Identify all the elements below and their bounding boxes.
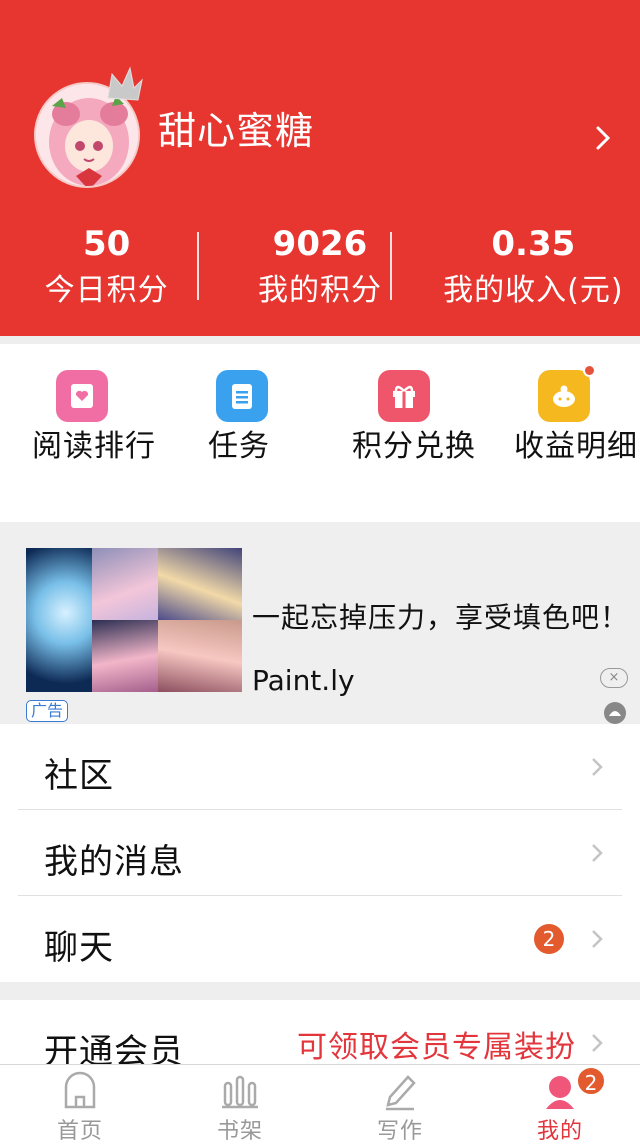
menu-item-community[interactable]: 社区: [18, 724, 622, 810]
tab-label: 书架: [216, 1119, 263, 1144]
tab-mine[interactable]: 我的: [480, 1065, 640, 1146]
menu-item-label: 聊天: [44, 928, 114, 968]
profile-icon: [546, 1076, 574, 1109]
chevron-right-icon: [592, 930, 603, 948]
stat-label: 我的收入(元): [443, 273, 624, 308]
piggy-bank-icon: [538, 364, 596, 422]
crown-icon: [107, 66, 143, 101]
action-label: 阅读排行: [32, 429, 156, 464]
ad-brand[interactable]: Paint.ly: [252, 664, 355, 697]
action-earnings-detail[interactable]: 收益明细: [514, 364, 640, 464]
action-label: 积分兑换: [352, 429, 476, 464]
unread-badge: 2: [534, 924, 564, 954]
tab-badge: 2: [576, 1066, 606, 1096]
vip-promo-text: 可领取会员专属装扮: [297, 1030, 576, 1064]
stat-value: 50: [83, 224, 131, 264]
menu-item-label: 我的消息: [44, 842, 184, 882]
ad-image-tile: [158, 620, 242, 692]
home-icon: [64, 1071, 96, 1109]
ad-image-tile: [92, 620, 158, 692]
tab-bar: 首页 书架 写作 我的: [0, 1064, 640, 1146]
username: 甜心蜜糖: [158, 109, 315, 153]
tab-write[interactable]: 写作: [320, 1065, 480, 1146]
pen-icon: [386, 1075, 416, 1111]
tab-label: 我的: [536, 1119, 583, 1144]
menu-list: 社区 我的消息 聊天 2: [0, 724, 640, 982]
reading-rank-icon: [56, 370, 108, 422]
stats-bar: 50 今日积分 9026 我的积分 0.35 我的收入(元): [0, 222, 640, 314]
stat-value: 9026: [272, 224, 368, 264]
chevron-right-icon: [592, 758, 603, 776]
ad-info-icon[interactable]: [604, 702, 626, 724]
tab-bookshelf[interactable]: 书架: [160, 1065, 320, 1146]
tab-label: 首页: [56, 1119, 103, 1144]
stat-my-income[interactable]: 0.35 我的收入(元): [427, 222, 640, 314]
action-tasks[interactable]: 任务: [208, 370, 338, 464]
stat-value: 0.35: [491, 224, 576, 264]
action-label: 任务: [208, 429, 270, 464]
stat-my-points[interactable]: 9026 我的积分: [213, 222, 426, 314]
stat-label: 我的积分: [257, 273, 382, 308]
ad-tag: 广告: [26, 700, 69, 722]
chevron-right-icon[interactable]: [592, 124, 614, 152]
notification-dot: [583, 364, 596, 377]
vip-membership-row[interactable]: 开通会员 可领取会员专属装扮: [0, 1000, 640, 1064]
profile-header[interactable]: 甜心蜜糖 50 今日积分 9026 我的积分 0.35 我的收入(元): [0, 0, 640, 336]
vip-label: 开通会员: [44, 1032, 184, 1064]
quick-actions: 阅读排行 任务 积分兑换 收益明细: [0, 344, 640, 522]
task-list-icon: [216, 370, 268, 422]
ad-title[interactable]: 一起忘掉压力，享受填色吧！: [252, 596, 629, 636]
ad-banner[interactable]: 一起忘掉压力，享受填色吧！ Paint.ly 广告 ×: [0, 524, 640, 724]
tab-home[interactable]: 首页: [0, 1065, 160, 1146]
menu-item-messages[interactable]: 我的消息: [18, 810, 622, 896]
menu-item-chat[interactable]: 聊天 2: [18, 896, 622, 982]
stat-divider: [197, 232, 199, 300]
action-label: 收益明细: [514, 429, 638, 464]
ad-image-tile: [92, 548, 158, 620]
stat-label: 今日积分: [44, 273, 169, 308]
gift-icon: [378, 370, 430, 422]
action-points-exchange[interactable]: 积分兑换: [352, 370, 482, 464]
ad-image-tile: [158, 548, 242, 620]
ad-image[interactable]: [26, 548, 242, 692]
ad-close-button[interactable]: ×: [600, 668, 628, 688]
chevron-right-icon: [592, 1034, 603, 1052]
chevron-right-icon: [592, 844, 603, 862]
tab-label: 写作: [376, 1119, 423, 1144]
ad-image-tile: [26, 548, 92, 692]
action-reading-rank[interactable]: 阅读排行: [32, 370, 162, 464]
stat-divider: [390, 232, 392, 300]
stat-today-points[interactable]: 50 今日积分: [0, 222, 213, 314]
bookshelf-icon: [222, 1075, 258, 1109]
menu-item-label: 社区: [44, 756, 114, 796]
